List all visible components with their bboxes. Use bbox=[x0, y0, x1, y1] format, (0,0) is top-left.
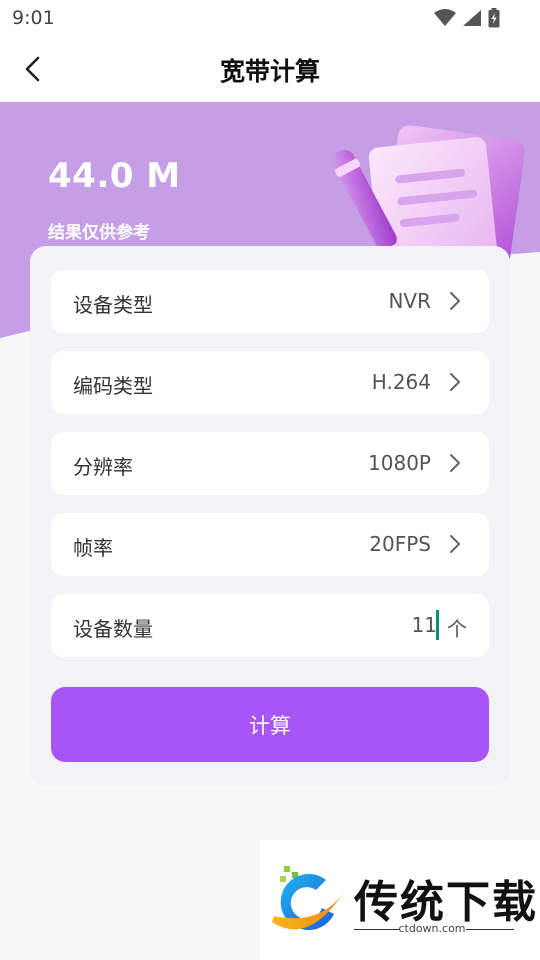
watermark-brand: 传统下载 bbox=[354, 877, 538, 928]
device-quantity-row: 设备数量 个 bbox=[51, 594, 489, 657]
chevron-right-icon bbox=[450, 535, 460, 553]
row-value: 20FPS bbox=[369, 532, 431, 556]
watermark: 传统下载 ctdown.com bbox=[260, 840, 540, 960]
status-time: 9:01 bbox=[12, 7, 55, 29]
calculate-button[interactable]: 计算 bbox=[51, 687, 489, 762]
chevron-right-icon bbox=[450, 292, 460, 310]
result-note: 结果仅供参考 bbox=[48, 223, 150, 243]
page-title: 宽带计算 bbox=[219, 57, 320, 86]
quantity-unit: 个 bbox=[447, 617, 467, 641]
status-bar: 9:01 bbox=[0, 0, 540, 36]
divider bbox=[466, 929, 514, 930]
row-label: 编码类型 bbox=[73, 374, 153, 398]
signal-icon bbox=[463, 10, 481, 26]
ctdown-logo-icon bbox=[272, 866, 344, 931]
row-label: 设备类型 bbox=[73, 293, 153, 317]
row-value: NVR bbox=[388, 289, 431, 313]
row-label: 帧率 bbox=[73, 536, 113, 560]
settings-card: 设备类型 NVR 编码类型 H.264 分辨率 1080P 帧率 20FPS 设… bbox=[30, 246, 510, 786]
text-caret bbox=[436, 610, 439, 640]
encoding-type-row[interactable]: 编码类型 H.264 bbox=[51, 351, 489, 414]
chevron-right-icon bbox=[450, 373, 460, 391]
device-type-row[interactable]: 设备类型 NVR bbox=[51, 270, 489, 333]
device-quantity-input[interactable] bbox=[357, 609, 437, 641]
nav-bar: 宽带计算 bbox=[0, 36, 540, 102]
result-value: 44.0 M bbox=[48, 156, 181, 196]
row-value: 1080P bbox=[368, 451, 431, 475]
chevron-right-icon bbox=[450, 454, 460, 472]
status-icons bbox=[434, 8, 500, 28]
frame-rate-row[interactable]: 帧率 20FPS bbox=[51, 513, 489, 576]
row-label: 分辨率 bbox=[73, 455, 133, 479]
row-label: 设备数量 bbox=[73, 617, 153, 641]
battery-icon bbox=[488, 8, 500, 28]
wifi-icon bbox=[434, 9, 456, 26]
row-value: H.264 bbox=[371, 370, 431, 394]
resolution-row[interactable]: 分辨率 1080P bbox=[51, 432, 489, 495]
